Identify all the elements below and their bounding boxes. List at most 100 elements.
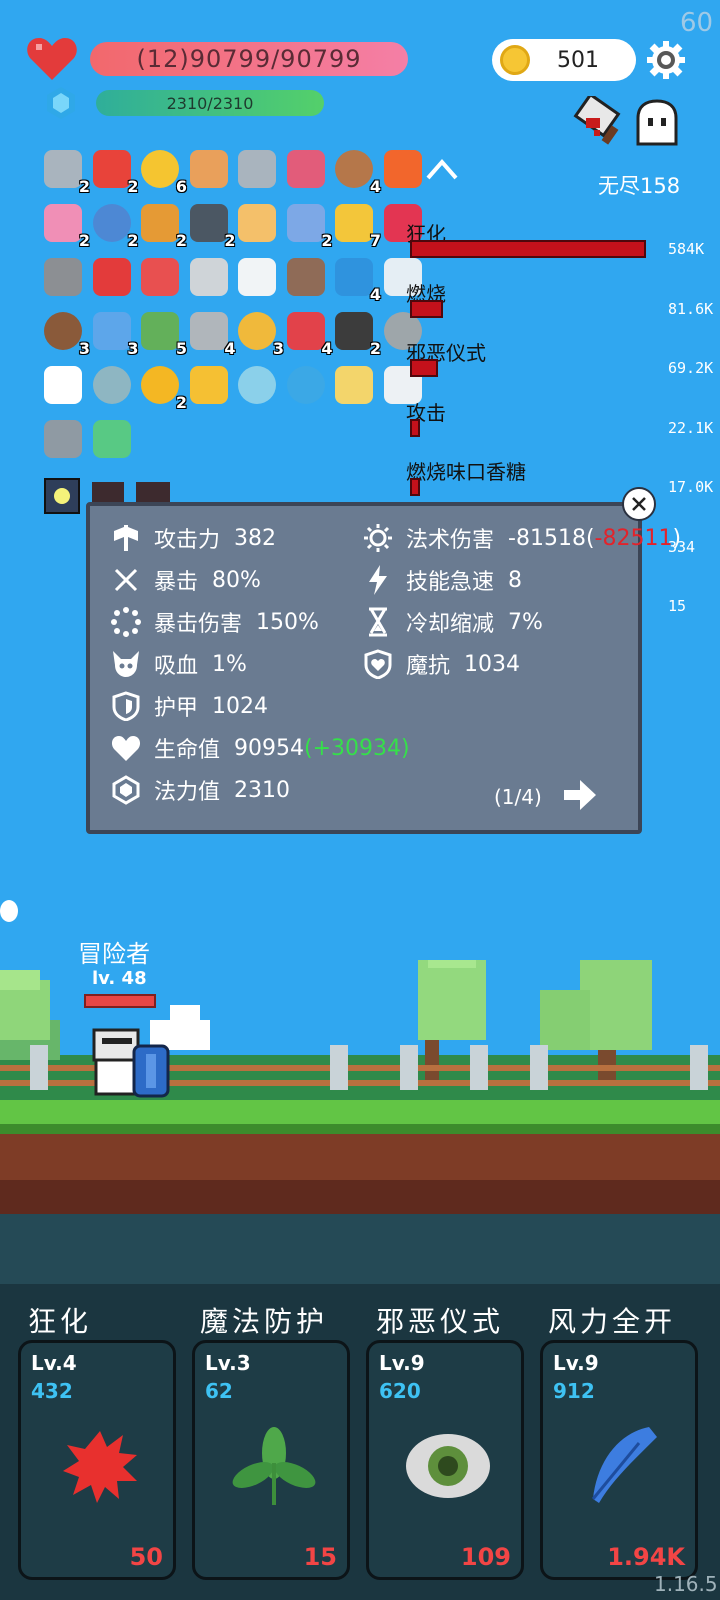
item-slot[interactable] xyxy=(380,146,426,192)
crystal-icon xyxy=(110,774,142,806)
item-slot[interactable]: 3 xyxy=(234,308,284,358)
cloud xyxy=(0,900,18,922)
money-icon xyxy=(141,312,179,350)
item-slot[interactable]: 3 xyxy=(40,308,90,358)
hook-icon xyxy=(189,258,228,296)
sword-icon xyxy=(238,150,276,188)
item-slot[interactable]: 5 xyxy=(137,308,187,358)
shield-icon xyxy=(110,690,142,722)
item-slot[interactable]: 2 xyxy=(137,362,187,412)
item-slot[interactable] xyxy=(283,362,329,408)
jam-jar-icon xyxy=(286,150,325,188)
item-slot[interactable]: 2 xyxy=(283,200,333,250)
item-slot[interactable]: 2 xyxy=(137,200,187,250)
star-card-icon xyxy=(92,312,131,350)
gem-hexagon-icon xyxy=(286,366,325,404)
feather-icon xyxy=(591,1427,657,1503)
active-buff-slot[interactable] xyxy=(44,478,80,514)
coin-counter[interactable]: 501 xyxy=(492,39,636,81)
item-slot[interactable] xyxy=(234,146,280,192)
item-slot[interactable] xyxy=(89,362,135,408)
stat-mana: 法力值 2310 xyxy=(110,774,290,806)
hero-level: lv. 48 xyxy=(92,968,147,989)
hero-hp-bar xyxy=(84,994,156,1008)
item-slot[interactable] xyxy=(40,254,86,300)
stat-crit: 暴击 80% xyxy=(110,564,261,596)
item-slot[interactable]: 6 xyxy=(137,146,187,196)
item-slot[interactable]: 4 xyxy=(186,308,236,358)
item-slot[interactable] xyxy=(186,254,232,300)
card-icon xyxy=(189,150,228,188)
item-slot[interactable]: 3 xyxy=(89,308,139,358)
damage-value: 22.1K xyxy=(668,418,714,437)
crown-icon xyxy=(335,204,373,242)
item-slot[interactable] xyxy=(186,146,232,192)
fps-counter: 60 xyxy=(680,8,714,38)
damage-value: 17.0K xyxy=(668,478,714,496)
sun-icon xyxy=(141,150,179,188)
potion-bottle-icon xyxy=(44,204,82,242)
coin-value: 501 xyxy=(557,47,599,73)
grass-edge xyxy=(0,1124,720,1134)
item-slot[interactable] xyxy=(40,362,86,408)
item-slot[interactable] xyxy=(89,416,135,462)
close-button[interactable] xyxy=(622,487,656,521)
item-slot[interactable]: 2 xyxy=(40,146,90,196)
arrow-right-icon[interactable] xyxy=(562,778,598,812)
item-slot[interactable] xyxy=(137,254,183,300)
lightning-icon xyxy=(362,564,394,596)
damage-value: 81.6K xyxy=(668,299,714,318)
sock-icon xyxy=(92,150,131,188)
gear-icon[interactable] xyxy=(646,40,686,80)
heart-icon xyxy=(110,732,142,764)
item-slot[interactable] xyxy=(234,200,280,246)
item-slot[interactable]: 4 xyxy=(283,308,333,358)
pill-icon xyxy=(286,204,325,242)
item-slot[interactable]: 2 xyxy=(89,146,139,196)
item-slot[interactable] xyxy=(283,146,329,192)
item-slot[interactable] xyxy=(89,254,135,300)
item-slot[interactable]: 2 xyxy=(40,200,90,250)
hero-knight-sprite[interactable] xyxy=(88,1024,174,1102)
coins-stack-icon xyxy=(238,312,276,350)
item-slot[interactable]: 7 xyxy=(331,200,381,250)
vampire-skull-icon xyxy=(110,648,142,680)
mana-gem-icon xyxy=(47,87,75,119)
door-icon xyxy=(286,258,325,296)
item-slot[interactable] xyxy=(331,362,377,408)
cloud-icon xyxy=(238,258,276,296)
item-slot[interactable]: 4 xyxy=(331,146,381,196)
item-slot[interactable] xyxy=(40,416,86,462)
item-slot[interactable]: 2 xyxy=(331,308,381,358)
skill-card-magic-shield[interactable]: Lv.3 62 15 xyxy=(192,1340,350,1580)
skill-card-evil-ritual[interactable]: Lv.9 620 109 xyxy=(366,1340,524,1580)
damage-bar xyxy=(410,299,444,318)
item-slot[interactable] xyxy=(234,254,280,300)
buff-slot[interactable] xyxy=(136,482,170,502)
speech-icon xyxy=(44,366,82,404)
stat-attack: 攻击力 382 xyxy=(110,522,276,554)
stat-crit-damage: 暴击伤害 150% xyxy=(110,606,319,638)
skill-card-berserk[interactable]: Lv.4 432 50 xyxy=(18,1340,176,1580)
heart-icon xyxy=(92,258,131,296)
skill-title: 狂化 xyxy=(28,1305,93,1338)
item-slot[interactable]: 2 xyxy=(89,200,139,250)
coconut-icon xyxy=(44,312,82,350)
note-pencil-icon xyxy=(335,366,373,404)
item-slot[interactable] xyxy=(283,254,329,300)
sun-icon xyxy=(362,522,394,554)
capsule-icon xyxy=(141,258,179,296)
watermelon-icon xyxy=(286,312,325,350)
skill-card-wind[interactable]: Lv.9 912 1.94K xyxy=(540,1340,698,1580)
buff-slot[interactable] xyxy=(92,482,124,502)
item-slot[interactable]: 4 xyxy=(331,254,381,304)
item-slot[interactable] xyxy=(186,362,232,408)
stat-haste: 技能急速 8 xyxy=(362,564,522,596)
damage-bar xyxy=(410,359,439,377)
item-slot[interactable] xyxy=(234,362,280,408)
ghost-icon[interactable] xyxy=(632,98,682,148)
stat-magic-resist: 魔抗 1034 xyxy=(362,648,520,680)
chevron-up-icon[interactable] xyxy=(424,154,460,184)
cleaver-icon[interactable] xyxy=(572,96,628,148)
item-slot[interactable]: 2 xyxy=(186,200,236,250)
